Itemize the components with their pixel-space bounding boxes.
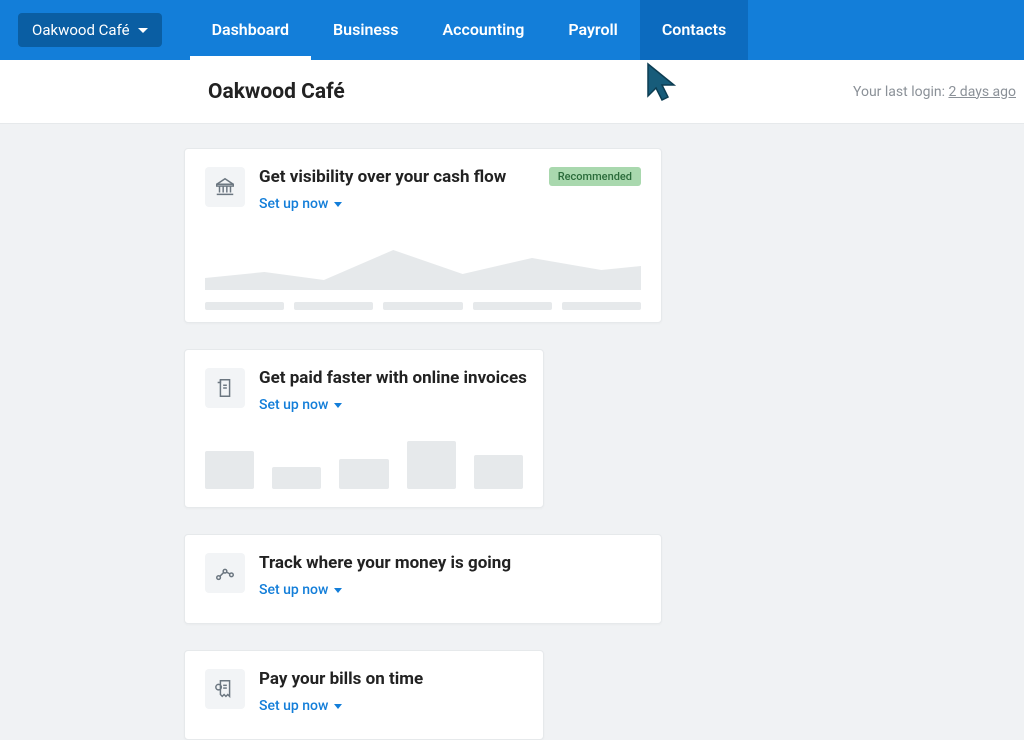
placeholder-bar [473,302,552,310]
placeholder-bar [383,302,462,310]
setup-link[interactable]: Set up now [259,698,342,714]
card-title: Get paid faster with online invoices [259,368,527,388]
nav-dashboard[interactable]: Dashboard [190,0,311,60]
nav-business[interactable]: Business [311,0,420,60]
card-invoices: Get paid faster with online invoices Set… [184,349,544,508]
card-cashflow: Get visibility over your cash flow Set u… [184,148,662,323]
document-icon [205,368,245,408]
last-login: Your last login: 2 days ago [853,84,1024,100]
nav-items: Dashboard Business Accounting Payroll Co… [190,0,749,60]
card-header: Pay your bills on time Set up now [205,669,523,714]
card-header: Get visibility over your cash flow Set u… [205,167,641,212]
top-nav: Oakwood Café Dashboard Business Accounti… [0,0,1024,60]
last-login-link[interactable]: 2 days ago [948,84,1016,100]
last-login-prefix: Your last login: [853,84,948,100]
placeholder-bar [205,451,254,489]
setup-link[interactable]: Set up now [259,582,342,598]
card-title: Get visibility over your cash flow [259,167,535,187]
page-title: Oakwood Café [208,80,345,104]
card-bills: Pay your bills on time Set up now [184,650,544,740]
dashboard-content: Get visibility over your cash flow Set u… [0,124,1024,740]
setup-link-label: Set up now [259,397,328,413]
placeholder-bar [339,459,388,489]
receipt-icon [205,669,245,709]
chart-placeholder [205,230,641,304]
trend-icon [205,553,245,593]
setup-link[interactable]: Set up now [259,397,342,413]
setup-link-label: Set up now [259,698,328,714]
recommended-badge: Recommended [549,167,641,186]
setup-link[interactable]: Set up now [259,196,342,212]
placeholder-bar [205,302,284,310]
cursor-icon [640,58,690,112]
nav-accounting[interactable]: Accounting [420,0,546,60]
card-header: Get paid faster with online invoices Set… [205,368,523,413]
card-title: Pay your bills on time [259,669,523,689]
placeholder-bar [294,302,373,310]
card-track: Track where your money is going Set up n… [184,534,662,624]
placeholder-bar [474,455,523,489]
card-title: Track where your money is going [259,553,641,573]
bars-placeholder [205,439,523,489]
setup-link-label: Set up now [259,196,328,212]
chevron-down-icon [334,403,342,408]
setup-link-label: Set up now [259,582,328,598]
chevron-down-icon [334,588,342,593]
placeholder-bar [407,441,456,489]
company-selector[interactable]: Oakwood Café [18,13,162,47]
placeholder-bar [562,302,641,310]
bank-icon [205,167,245,207]
caret-down-icon [138,28,148,33]
chevron-down-icon [334,202,342,207]
placeholder-bar [272,467,321,489]
nav-contacts[interactable]: Contacts [640,0,748,60]
company-name: Oakwood Café [32,21,130,39]
nav-payroll[interactable]: Payroll [546,0,640,60]
sub-header: Oakwood Café Your last login: 2 days ago [0,60,1024,124]
chevron-down-icon [334,704,342,709]
